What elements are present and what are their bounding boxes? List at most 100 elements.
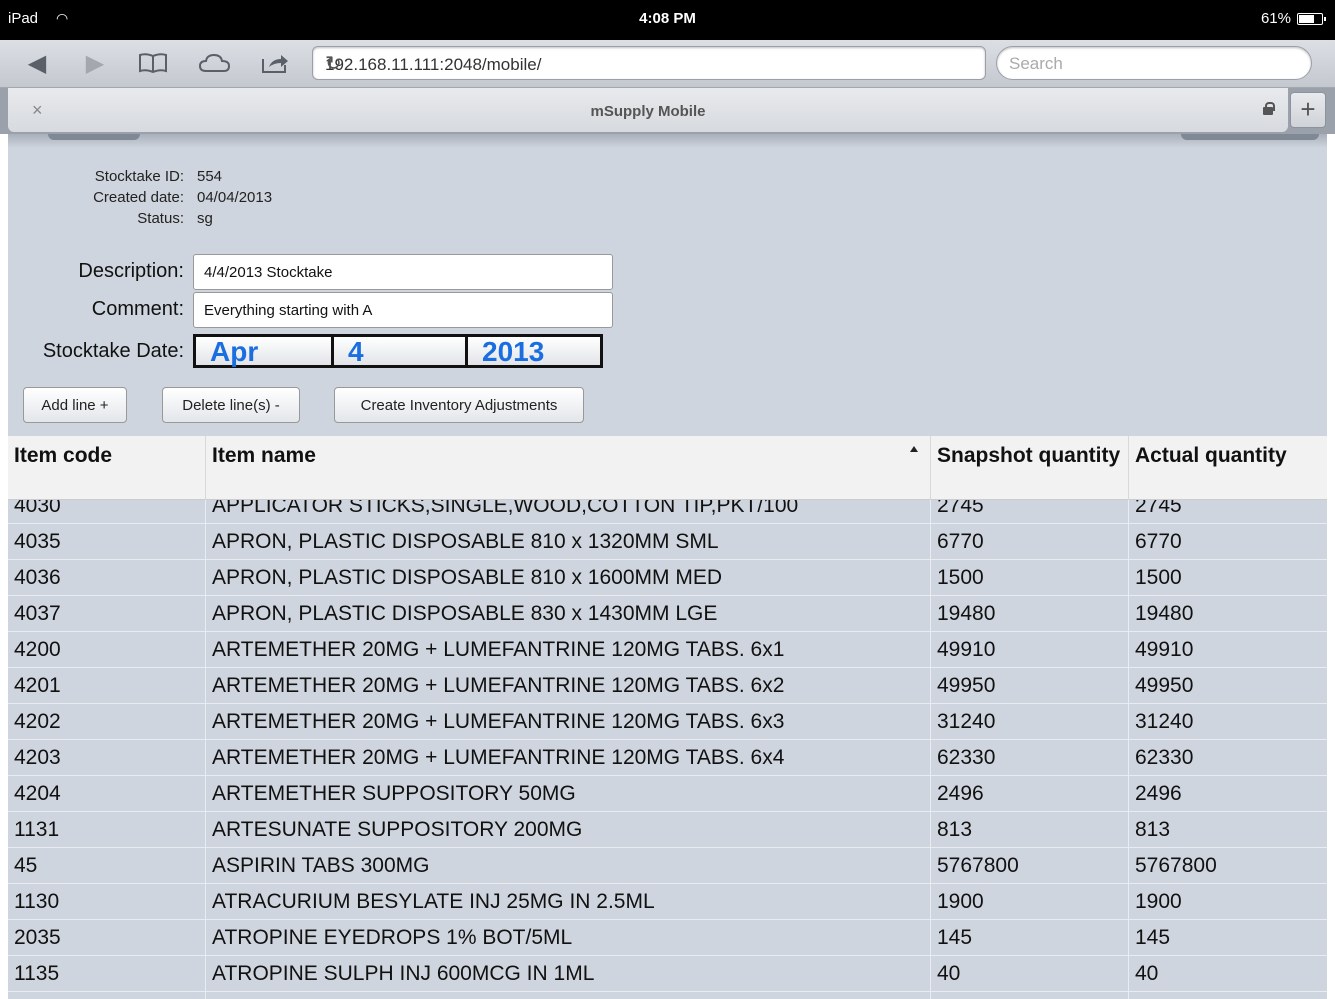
table-row[interactable]: 4202 ARTEMETHER 20MG + LUMEFANTRINE 120MG… xyxy=(8,704,1327,740)
table-row[interactable]: 4200 ARTEMETHER 20MG + LUMEFANTRINE 120MG… xyxy=(8,632,1327,668)
actual-quantity-cell[interactable]: 2496 xyxy=(1129,776,1327,812)
status-value: sg xyxy=(197,210,213,227)
create-inventory-adjustments-button[interactable]: Create Inventory Adjustments xyxy=(334,387,584,423)
share-icon[interactable] xyxy=(258,48,292,78)
snapshot-quantity-cell: 145 xyxy=(931,920,1129,956)
date-year[interactable]: 2013 xyxy=(468,337,600,367)
tab-bar: × mSupply Mobile + xyxy=(0,88,1335,134)
search-field[interactable] xyxy=(996,46,1312,80)
table-row[interactable]: 4035 APRON, PLASTIC DISPOSABLE 810 x 1320… xyxy=(8,524,1327,560)
description-row: Description: xyxy=(8,254,708,292)
meta-row-id: Stocktake ID: 554 xyxy=(8,168,408,188)
item-name-cell: ASPIRIN TABS 300MG xyxy=(206,848,931,884)
actual-quantity-cell[interactable]: 49950 xyxy=(1129,668,1327,704)
actual-quantity-cell[interactable]: 62330 xyxy=(1129,740,1327,776)
date-month[interactable]: Apr xyxy=(196,337,334,367)
actual-quantity-cell[interactable]: 813 xyxy=(1129,812,1327,848)
item-code-cell: 4200 xyxy=(8,632,206,668)
table-row[interactable]: 4204 ARTEMETHER SUPPOSITORY 50MG 2496 2496 xyxy=(8,776,1327,812)
reload-icon[interactable]: ↻ xyxy=(325,51,975,76)
actual-quantity-cell[interactable]: 19480 xyxy=(1129,596,1327,632)
meta-row-created: Created date: 04/04/2013 xyxy=(8,189,408,209)
created-date-value: 04/04/2013 xyxy=(197,189,273,206)
table-row[interactable]: 45 ASPIRIN TABS 300MG 5767800 5767800 xyxy=(8,848,1327,884)
table-row[interactable]: 4037 APRON, PLASTIC DISPOSABLE 830 x 1430… xyxy=(8,596,1327,632)
item-code-cell: 1130 xyxy=(8,884,206,920)
item-name-cell: APRON, PLASTIC DISPOSABLE 830 x 1430MM L… xyxy=(206,596,931,632)
actual-quantity-cell[interactable]: 1500 xyxy=(1129,560,1327,596)
actual-quantity-cell[interactable]: 21000 xyxy=(1129,992,1327,999)
actual-quantity-cell[interactable]: 49910 xyxy=(1129,632,1327,668)
item-code-cell: 1135 xyxy=(8,956,206,992)
date-day[interactable]: 4 xyxy=(334,337,468,367)
header-shade xyxy=(8,134,1327,148)
lock-icon xyxy=(1262,102,1275,115)
column-header-item-name[interactable]: Item name xyxy=(206,436,931,500)
delete-lines-button[interactable]: Delete line(s) - xyxy=(162,387,300,423)
item-name-cell: APRON, PLASTIC DISPOSABLE 810 x 1600MM M… xyxy=(206,560,931,596)
item-code-cell: 2035 xyxy=(8,920,206,956)
actual-quantity-cell[interactable]: 5767800 xyxy=(1129,848,1327,884)
actual-quantity-cell[interactable]: 6770 xyxy=(1129,524,1327,560)
table-row[interactable]: 1135 ATROPINE SULPH INJ 600MCG IN 1ML 40 40 xyxy=(8,956,1327,992)
stocktake-id-value: 554 xyxy=(197,168,223,185)
table-row[interactable]: 1130 ATRACURIUM BESYLATE INJ 25MG IN 2.5M… xyxy=(8,884,1327,920)
description-input[interactable] xyxy=(193,254,613,290)
stocktake-date-row: Stocktake Date: Apr 4 2013 xyxy=(8,334,708,372)
item-name-cell: ARTEMETHER 20MG + LUMEFANTRINE 120MG TAB… xyxy=(206,668,931,704)
back-icon[interactable]: ◀ xyxy=(20,48,54,78)
search-input[interactable] xyxy=(1009,54,1299,74)
item-code-cell: 46 xyxy=(8,992,206,999)
address-bar[interactable]: 192.168.11.111:2048/mobile/ ↻ xyxy=(312,46,986,80)
table-row[interactable]: 4201 ARTEMETHER 20MG + LUMEFANTRINE 120MG… xyxy=(8,668,1327,704)
meta-label: Stocktake ID: xyxy=(94,168,184,185)
new-tab-button[interactable]: + xyxy=(1290,92,1326,128)
header-action-button[interactable] xyxy=(1181,134,1319,140)
item-code-cell: 45 xyxy=(8,848,206,884)
comment-input[interactable] xyxy=(193,292,613,328)
actual-quantity-cell[interactable]: 145 xyxy=(1129,920,1327,956)
snapshot-quantity-cell: 40 xyxy=(931,956,1129,992)
meta-label: Created date: xyxy=(93,189,184,206)
stocktake-lines-table: 4030 APPLICATOR STICKS,SINGLE,WOOD,COTTON… xyxy=(8,436,1327,999)
table-row[interactable]: 2035 ATROPINE EYEDROPS 1% BOT/5ML 145 145 xyxy=(8,920,1327,956)
actual-quantity-cell[interactable]: 40 xyxy=(1129,956,1327,992)
item-name-cell: ARTESUNATE SUPPOSITORY 200MG xyxy=(206,812,931,848)
snapshot-quantity-cell: 2496 xyxy=(931,776,1129,812)
snapshot-quantity-cell: 6770 xyxy=(931,524,1129,560)
snapshot-quantity-cell: 5767800 xyxy=(931,848,1129,884)
table-row[interactable]: 4036 APRON, PLASTIC DISPOSABLE 810 x 1600… xyxy=(8,560,1327,596)
comment-row: Comment: xyxy=(8,292,708,330)
table-row[interactable]: 4203 ARTEMETHER 20MG + LUMEFANTRINE 120MG… xyxy=(8,740,1327,776)
bookmarks-icon[interactable] xyxy=(136,48,170,78)
item-name-cell: APRON, PLASTIC DISPOSABLE 810 x 1320MM S… xyxy=(206,524,931,560)
item-code-cell: 4035 xyxy=(8,524,206,560)
actual-quantity-cell[interactable]: 1900 xyxy=(1129,884,1327,920)
snapshot-quantity-cell: 62330 xyxy=(931,740,1129,776)
table-row[interactable]: 1131 ARTESUNATE SUPPOSITORY 200MG 813 813 xyxy=(8,812,1327,848)
column-header-actual-quantity[interactable]: Actual quantity xyxy=(1129,436,1327,500)
page-content: Stocktake ID: 554 Created date: 04/04/20… xyxy=(8,134,1327,999)
item-name-cell: ATROPINE EYEDROPS 1% BOT/5ML xyxy=(206,920,931,956)
snapshot-quantity-cell: 49950 xyxy=(931,668,1129,704)
clock: 4:08 PM xyxy=(639,10,696,27)
item-name-cell: ATRACURIUM BESYLATE INJ 25MG IN 2.5ML xyxy=(206,884,931,920)
item-code-cell: 4202 xyxy=(8,704,206,740)
icloud-tabs-icon[interactable] xyxy=(198,48,232,78)
battery-percent: 61% xyxy=(1260,10,1291,27)
date-picker[interactable]: Apr 4 2013 xyxy=(193,334,603,368)
tab-msupply-mobile[interactable]: × mSupply Mobile xyxy=(8,88,1288,132)
stocktake-date-label: Stocktake Date: xyxy=(42,340,184,362)
snapshot-quantity-cell: 49910 xyxy=(931,632,1129,668)
table-body: 4030 APPLICATOR STICKS,SINGLE,WOOD,COTTON… xyxy=(8,488,1327,999)
table-row[interactable]: 46AZATHIOPRINE TABS 50MG2100021000 xyxy=(8,992,1327,999)
back-nav-button[interactable] xyxy=(48,134,140,140)
sort-ascending-icon xyxy=(910,446,918,452)
column-header-item-code[interactable]: Item code xyxy=(8,436,206,500)
forward-icon[interactable]: ▶ xyxy=(78,48,112,78)
column-header-snapshot-quantity[interactable]: Snapshot quantity xyxy=(931,436,1129,500)
actual-quantity-cell[interactable]: 31240 xyxy=(1129,704,1327,740)
battery-icon xyxy=(1297,13,1326,25)
comment-label: Comment: xyxy=(91,298,184,320)
add-line-button[interactable]: Add line + xyxy=(23,387,127,423)
